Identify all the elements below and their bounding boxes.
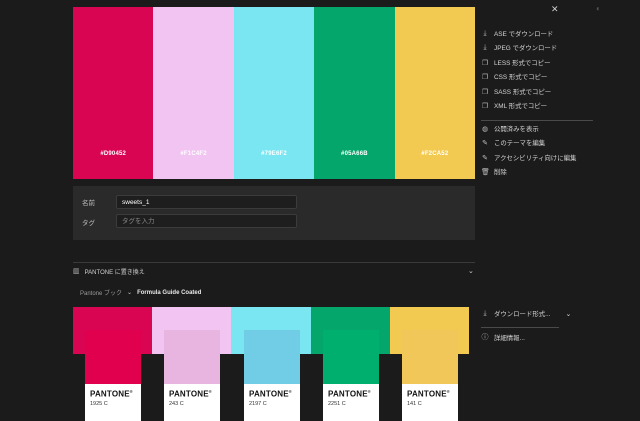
palette-swatches: #D90452 #F1C4F2 #79E6F2 #05A66B #F2CA52 bbox=[73, 7, 476, 179]
chevron-down-icon: ⌄ bbox=[127, 290, 133, 296]
chip-color bbox=[164, 330, 220, 384]
copy-icon: ❐ bbox=[481, 88, 489, 96]
menu-label: ASE でダウンロード bbox=[494, 31, 554, 38]
swatch-hex-5: #F2CA52 bbox=[421, 151, 449, 157]
menu-download-jpeg[interactable]: ⤓ JPEG でダウンロード bbox=[481, 43, 558, 53]
chip-brand: PANTONE® bbox=[90, 389, 133, 399]
section-divider bbox=[73, 262, 475, 263]
pantone-chip-1[interactable]: PANTONE® 1925 C bbox=[85, 330, 141, 421]
chip-brand-text: PANTONE bbox=[169, 389, 209, 399]
menu-edit-accessibility[interactable]: ✎ アクセシビリティ向けに編集 bbox=[481, 153, 577, 163]
chevron-down-icon: ⌄ bbox=[565, 310, 572, 318]
swatch-hex-4: #05A66B bbox=[341, 151, 368, 157]
chip-code: 141 C bbox=[407, 400, 422, 407]
swatch-hex-3: #79E6F2 bbox=[261, 151, 287, 157]
swatch-hex-1: #D90452 bbox=[100, 151, 127, 157]
copy-icon: ❐ bbox=[481, 73, 489, 81]
menu-divider bbox=[481, 120, 593, 121]
menu-download-ase[interactable]: ⤓ ASE でダウンロード bbox=[481, 29, 554, 39]
background-icon: ◐ bbox=[596, 4, 601, 13]
download-icon: ⤓ bbox=[483, 43, 487, 51]
chip-code: 2197 C bbox=[249, 400, 267, 407]
pantone-book-value: Formula Guide Coated bbox=[137, 289, 202, 296]
chip-brand-text: PANTONE bbox=[249, 389, 289, 399]
menu-label: JPEG でダウンロード bbox=[494, 45, 558, 52]
chip-brand: PANTONE® bbox=[328, 389, 371, 399]
pantone-header[interactable]: ▥ PANTONE に置き換え bbox=[73, 266, 475, 276]
menu-label: CSS 形式でコピー bbox=[494, 74, 548, 81]
menu-label: アクセシビリティ向けに編集 bbox=[494, 155, 577, 162]
theme-form: 名前 sweets_1 タグ タグを入力 bbox=[73, 186, 475, 240]
menu-label: LESS 形式でコピー bbox=[494, 60, 551, 67]
edit-icon: ✎ bbox=[482, 154, 488, 162]
chip-label: PANTONE® 243 C bbox=[164, 384, 220, 421]
menu-label: 公開済みを表示 bbox=[494, 126, 539, 133]
swatch-2[interactable]: #F1C4F2 bbox=[153, 7, 234, 179]
menu-copy-less[interactable]: ❐ LESS 形式でコピー bbox=[481, 58, 551, 68]
pantone-book-select[interactable]: Pantone ブック ⌄ Formula Guide Coated bbox=[80, 288, 202, 298]
chip-code: 243 C bbox=[169, 400, 184, 407]
download-icon: ⤓ bbox=[483, 309, 487, 317]
chip-label: PANTONE® 2197 C bbox=[244, 384, 300, 421]
pantone-chip-4[interactable]: PANTONE® 2251 C bbox=[323, 330, 379, 421]
chip-label: PANTONE® 141 C bbox=[402, 384, 458, 421]
menu-label: SASS 形式でコピー bbox=[494, 89, 552, 96]
tag-field[interactable]: タグを入力 bbox=[116, 214, 297, 228]
edit-icon: ✎ bbox=[482, 139, 488, 147]
chip-color bbox=[244, 330, 300, 384]
menu-view-published[interactable]: ◍ 公開済みを表示 bbox=[481, 124, 539, 134]
chip-color bbox=[85, 330, 141, 384]
tag-label: タグ bbox=[82, 220, 95, 227]
chip-label: PANTONE® 1925 C bbox=[85, 384, 141, 421]
menu-label: 削除 bbox=[494, 169, 507, 176]
info-icon: ⓘ bbox=[481, 334, 489, 341]
chip-brand-text: PANTONE bbox=[90, 389, 130, 399]
menu-copy-sass[interactable]: ❐ SASS 形式でコピー bbox=[481, 87, 552, 97]
swatch-1[interactable]: #D90452 bbox=[73, 7, 154, 179]
close-icon[interactable]: ✕ bbox=[551, 4, 559, 15]
pantone-chip-3[interactable]: PANTONE® 2197 C bbox=[244, 330, 300, 421]
pantone-chip-5[interactable]: PANTONE® 141 C bbox=[402, 330, 458, 421]
swatch-4[interactable]: #05A66B bbox=[314, 7, 395, 179]
chevron-down-icon[interactable]: ⌄ bbox=[468, 267, 474, 275]
menu-divider bbox=[481, 327, 559, 328]
more-info-link[interactable]: ⓘ 詳細情報... bbox=[481, 332, 525, 342]
menu-label: このテーマを編集 bbox=[494, 140, 546, 147]
name-field[interactable]: sweets_1 bbox=[116, 195, 297, 209]
swatch-5[interactable]: #F2CA52 bbox=[394, 7, 476, 179]
pantone-icon: ▥ bbox=[73, 268, 80, 275]
pantone-header-label: PANTONE に置き換え bbox=[84, 269, 145, 276]
chip-brand: PANTONE® bbox=[169, 389, 212, 399]
menu-copy-css[interactable]: ❐ CSS 形式でコピー bbox=[481, 72, 548, 82]
chip-brand: PANTONE® bbox=[249, 389, 292, 399]
copy-icon: ❐ bbox=[481, 102, 489, 110]
menu-edit-theme[interactable]: ✎ このテーマを編集 bbox=[481, 138, 546, 148]
chip-color bbox=[402, 330, 458, 384]
chip-label: PANTONE® 2251 C bbox=[323, 384, 379, 421]
menu-delete[interactable]: 🗑 削除 bbox=[481, 167, 507, 177]
chip-brand-text: PANTONE bbox=[407, 389, 447, 399]
copy-icon: ❐ bbox=[481, 59, 489, 67]
download-format-label: ダウンロード形式... bbox=[494, 311, 551, 318]
menu-copy-xml[interactable]: ❐ XML 形式でコピー bbox=[481, 101, 548, 111]
swatch-3[interactable]: #79E6F2 bbox=[233, 7, 315, 179]
chip-code: 2251 C bbox=[328, 400, 346, 407]
download-format-menu[interactable]: ⤓ ダウンロード形式... ⌄ bbox=[481, 309, 572, 319]
chip-color bbox=[323, 330, 379, 384]
menu-label: XML 形式でコピー bbox=[494, 103, 548, 110]
chip-code: 1925 C bbox=[90, 400, 108, 407]
pantone-book-label: Pantone ブック bbox=[80, 291, 123, 297]
chip-brand: PANTONE® bbox=[407, 389, 450, 399]
download-icon: ⤓ bbox=[483, 29, 487, 37]
swatch-hex-2: #F1C4F2 bbox=[180, 151, 207, 157]
globe-icon: ◍ bbox=[481, 125, 489, 133]
name-label: 名前 bbox=[82, 200, 95, 207]
more-info-label: 詳細情報... bbox=[494, 334, 525, 342]
chip-brand-text: PANTONE bbox=[328, 389, 368, 399]
trash-icon: 🗑 bbox=[481, 168, 490, 176]
pantone-chip-2[interactable]: PANTONE® 243 C bbox=[164, 330, 220, 421]
